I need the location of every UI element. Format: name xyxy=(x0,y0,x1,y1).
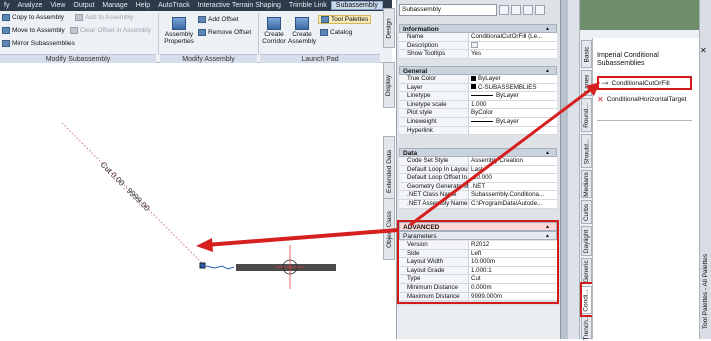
arrow-head-icon xyxy=(196,238,213,252)
annotation-overlay xyxy=(196,82,600,252)
arrow-head-icon xyxy=(586,82,600,96)
arrow-from-palette xyxy=(409,82,599,227)
arrow-to-subassembly xyxy=(205,228,399,247)
